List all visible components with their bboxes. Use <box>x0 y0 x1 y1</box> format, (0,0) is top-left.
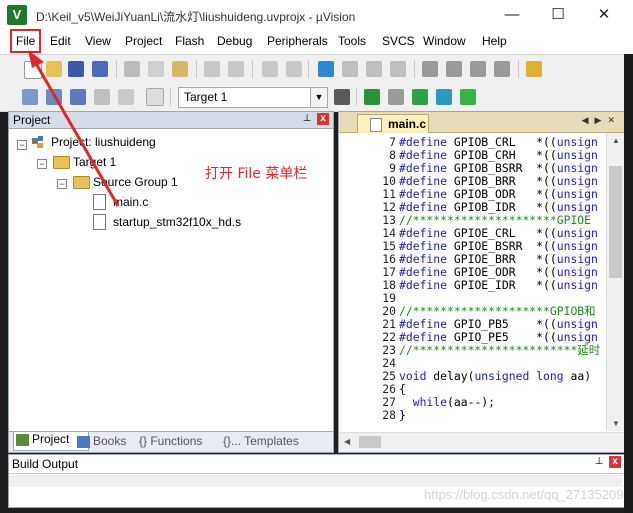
watermark: https://blog.csdn.net/qq_27135209 <box>424 487 624 502</box>
annotation-arrow-icon <box>28 50 120 207</box>
annotation-text: 打开 File 菜单栏 <box>205 166 308 182</box>
